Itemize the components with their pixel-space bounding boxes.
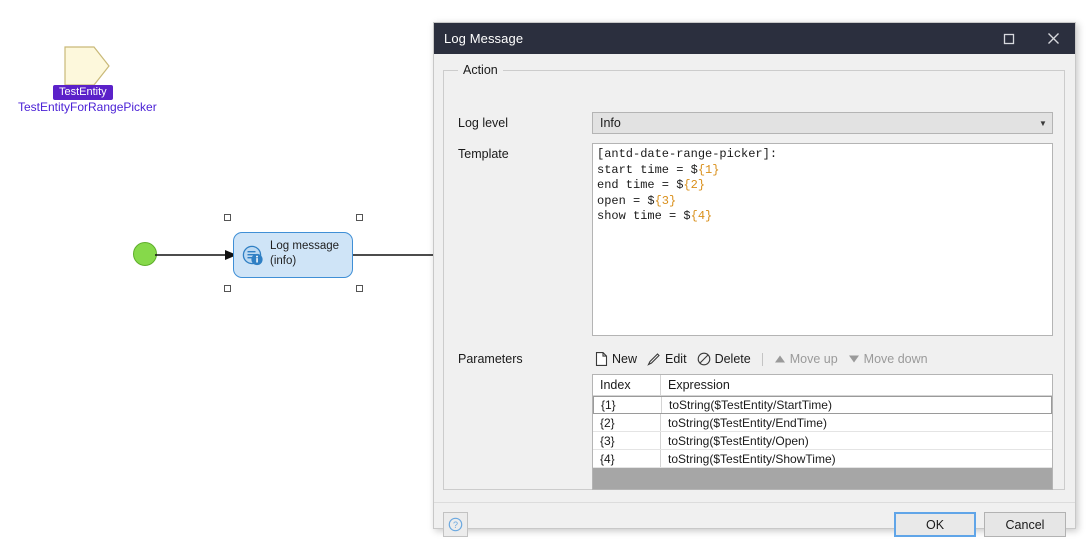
maximize-icon	[1003, 33, 1015, 44]
entity-pentagon-icon[interactable]	[64, 46, 110, 86]
log-message-activity-node[interactable]: Log message (info)	[233, 232, 353, 278]
parameters-label: Parameters	[458, 352, 523, 366]
log-level-select[interactable]: Info ▼	[592, 112, 1053, 134]
help-button[interactable]: ?	[443, 512, 468, 537]
cell-expression: toString($TestEntity/Open)	[668, 433, 809, 448]
cell-index: {3}	[593, 432, 661, 449]
parameters-table-header: Index Expression	[593, 375, 1052, 396]
toolbar-item-label: Move up	[789, 352, 838, 366]
table-row[interactable]: {4} toString($TestEntity/ShowTime)	[593, 450, 1052, 468]
log-level-value: Info	[600, 116, 621, 130]
start-event-node[interactable]	[133, 242, 157, 266]
pencil-icon	[647, 352, 661, 366]
template-placeholder: {1}	[697, 162, 720, 177]
cell-expression: toString($TestEntity/StartTime)	[669, 398, 832, 412]
toolbar-edit-button[interactable]: Edit	[644, 351, 690, 367]
triangle-down-icon	[848, 353, 860, 365]
toolbar-move-up-button: Move up	[771, 351, 841, 367]
cancel-button[interactable]: Cancel	[984, 512, 1066, 537]
dialog-titlebar[interactable]: Log Message	[434, 23, 1075, 54]
toolbar-separator	[761, 352, 763, 366]
connector-start-to-log	[155, 250, 237, 260]
template-textarea[interactable]: [antd-date-range-picker]: start time = ${…	[592, 143, 1053, 336]
template-line: open = ${3}	[597, 194, 1048, 210]
template-line: start time = ${1}	[597, 163, 1048, 179]
log-message-info-icon	[242, 245, 263, 266]
cell-index: {1}	[594, 397, 662, 413]
dialog-body: Action Log level Info ▼ Template [antd-d…	[434, 54, 1075, 537]
cell-expression: toString($TestEntity/EndTime)	[668, 415, 827, 430]
connector-log-to-right	[353, 254, 443, 256]
entity-badge[interactable]: TestEntity	[53, 85, 113, 100]
entity-sublabel: TestEntityForRangePicker	[18, 100, 157, 114]
toolbar-new-button[interactable]: New	[592, 351, 640, 367]
table-row[interactable]: {3} toString($TestEntity/Open)	[593, 432, 1052, 450]
toolbar-item-label: Move down	[863, 352, 928, 366]
toolbar-move-down-button: Move down	[845, 351, 931, 367]
selection-handle-top-right[interactable]	[356, 214, 363, 221]
log-level-label: Log level	[458, 116, 509, 130]
ok-button-label: OK	[925, 517, 945, 532]
log-message-node-title: Log message	[270, 240, 340, 252]
dialog-title: Log Message	[444, 31, 524, 46]
toolbar-item-label: New	[612, 352, 638, 366]
new-document-icon	[595, 352, 608, 366]
footer-divider	[434, 502, 1075, 503]
template-placeholder: {2}	[683, 178, 706, 192]
action-groupbox-title: Action	[458, 63, 503, 77]
column-header-index: Index	[593, 375, 661, 395]
template-placeholder: {3}	[654, 193, 677, 208]
maximize-button[interactable]	[987, 23, 1031, 54]
cancel-button-label: Cancel	[1005, 517, 1045, 532]
cell-index: {4}	[593, 450, 661, 467]
template-line-text: open = $	[597, 193, 655, 208]
template-line-text: show time = $	[597, 209, 691, 223]
toolbar-item-label: Delete	[714, 352, 751, 366]
parameters-toolbar: New Edit Delete Move up Move down	[592, 349, 1053, 369]
toolbar-item-label: Edit	[665, 352, 687, 366]
svg-text:?: ?	[453, 520, 458, 530]
toolbar-delete-button[interactable]: Delete	[694, 351, 754, 367]
no-entry-icon	[697, 352, 711, 366]
template-line: end time = ${2}	[597, 178, 1048, 194]
template-line-text: [antd-date-range-picker]:	[597, 147, 778, 161]
cell-expression: toString($TestEntity/ShowTime)	[668, 451, 836, 466]
template-placeholder: {4}	[690, 209, 713, 223]
selection-handle-bottom-right[interactable]	[356, 285, 363, 292]
log-message-node-text: Log message (info)	[270, 239, 339, 269]
help-question-icon: ?	[448, 517, 463, 532]
cell-index: {2}	[593, 414, 661, 431]
table-row[interactable]: {1} toString($TestEntity/StartTime)	[593, 396, 1052, 414]
selection-handle-top-left[interactable]	[224, 214, 231, 221]
entity-badge-label: TestEntity	[59, 86, 107, 98]
template-line: [antd-date-range-picker]:	[597, 147, 1048, 163]
chevron-down-icon: ▼	[1039, 118, 1047, 128]
parameters-table[interactable]: Index Expression {1} toString($TestEntity…	[592, 374, 1053, 490]
close-icon	[1047, 33, 1059, 44]
template-line: show time = ${4}	[597, 209, 1048, 225]
table-row[interactable]: {2} toString($TestEntity/EndTime)	[593, 414, 1052, 432]
triangle-up-icon	[774, 353, 786, 365]
template-line-text: start time = $	[597, 162, 698, 177]
column-header-expression: Expression	[668, 378, 730, 392]
log-message-dialog[interactable]: Log Message Action Log level Info ▼ Temp…	[433, 22, 1076, 537]
template-label: Template	[458, 147, 509, 161]
selection-handle-bottom-left[interactable]	[224, 285, 231, 292]
close-button[interactable]	[1031, 23, 1075, 54]
log-message-node-subtitle: (info)	[270, 255, 297, 267]
ok-button[interactable]: OK	[894, 512, 976, 537]
template-line-text: end time = $	[597, 178, 684, 192]
